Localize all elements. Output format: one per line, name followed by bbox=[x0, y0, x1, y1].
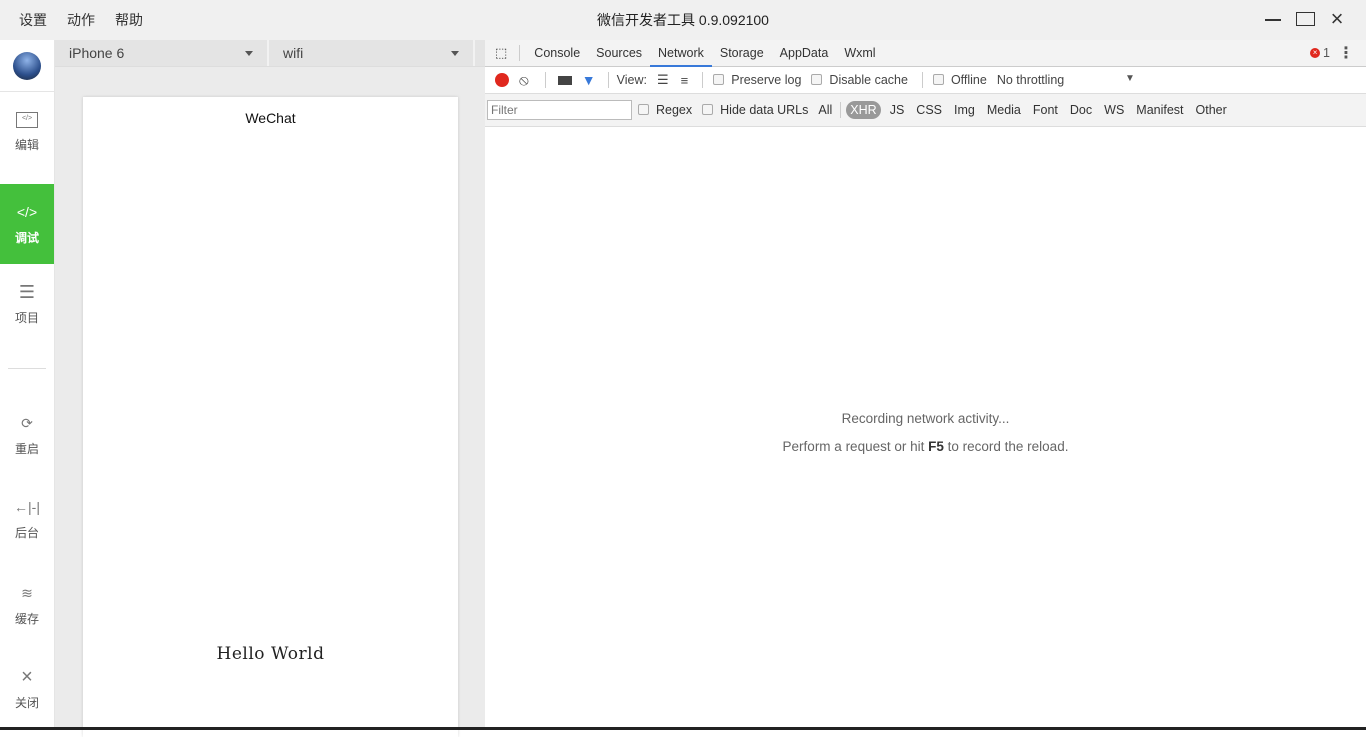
minimize-button[interactable] bbox=[1264, 10, 1282, 28]
hide-data-urls-checkbox[interactable]: Hide data URLs bbox=[702, 103, 808, 117]
nav-title: WeChat bbox=[245, 110, 296, 126]
background-icon: ←|-| bbox=[14, 498, 40, 515]
filter-type-doc[interactable]: Doc bbox=[1064, 103, 1098, 117]
filter-type-font[interactable]: Font bbox=[1027, 103, 1064, 117]
sidebar-item-edit[interactable]: </> 编辑 bbox=[0, 92, 54, 172]
regex-checkbox[interactable]: Regex bbox=[638, 103, 692, 117]
chevron-down-icon bbox=[245, 50, 253, 56]
throttling-select[interactable]: No throttling ▼ bbox=[997, 73, 1135, 87]
record-button[interactable] bbox=[495, 73, 509, 87]
title-bar: 设置 动作 帮助 微信开发者工具 0.9.092100 × bbox=[0, 0, 1366, 40]
capture-screenshots-icon[interactable] bbox=[557, 75, 572, 85]
clear-icon[interactable]: ⦸ bbox=[519, 72, 529, 89]
filter-type-xhr[interactable]: XHR bbox=[846, 101, 881, 119]
close-icon: × bbox=[21, 665, 33, 688]
error-counter[interactable]: × 1 bbox=[1310, 46, 1330, 60]
disable-cache-checkbox[interactable]: Disable cache bbox=[811, 73, 908, 87]
filter-type-img[interactable]: Img bbox=[948, 103, 981, 117]
devtools-panel: ⬚ Console Sources Network Storage AppDat… bbox=[485, 40, 1366, 727]
simulator-panel: iPhone 6 wifi WeChat Hello World bbox=[55, 40, 485, 737]
sidebar-item-background[interactable]: ←|-| 后台 bbox=[0, 477, 54, 561]
menu-icon: ☰ bbox=[18, 281, 36, 302]
overview-icon[interactable]: ≡ bbox=[681, 73, 689, 88]
network-select[interactable]: wifi bbox=[269, 40, 475, 66]
page-content: Hello World bbox=[216, 644, 325, 664]
avatar[interactable] bbox=[0, 40, 54, 92]
tab-storage[interactable]: Storage bbox=[712, 40, 772, 67]
maximize-button[interactable] bbox=[1296, 10, 1315, 28]
close-window-button[interactable]: × bbox=[1328, 8, 1346, 30]
filter-input[interactable] bbox=[487, 100, 632, 120]
sidebar-item-cache[interactable]: ≋ 缓存 bbox=[0, 561, 54, 649]
phone-screen: WeChat Hello World bbox=[83, 97, 458, 737]
sidebar: </> 编辑 </> 调试 ☰ 项目 ⟳ 重启 ←|-| 后台 ≋ 缓存 × 关闭 bbox=[0, 40, 55, 727]
menu-settings[interactable]: 设置 bbox=[19, 10, 47, 30]
filter-icon[interactable]: ▼ bbox=[582, 72, 596, 88]
offline-checkbox[interactable]: Offline bbox=[932, 73, 987, 87]
code-box-icon: </> bbox=[16, 111, 38, 128]
chevron-down-icon: ▼ bbox=[1124, 73, 1135, 84]
empty-state-message: Recording network activity... Perform a … bbox=[782, 411, 1069, 454]
error-icon: × bbox=[1310, 48, 1321, 58]
sidebar-item-project[interactable]: ☰ 项目 bbox=[0, 264, 54, 344]
divider bbox=[8, 368, 46, 369]
filter-type-all[interactable]: All bbox=[812, 103, 838, 117]
filter-type-css[interactable]: CSS bbox=[910, 103, 948, 117]
sidebar-item-restart[interactable]: ⟳ 重启 bbox=[0, 393, 54, 477]
code-icon: </> bbox=[16, 203, 38, 220]
layers-icon: ≋ bbox=[21, 584, 33, 601]
filter-type-js[interactable]: JS bbox=[884, 103, 911, 117]
filter-type-ws[interactable]: WS bbox=[1098, 103, 1130, 117]
tab-appdata[interactable]: AppData bbox=[772, 40, 837, 67]
filter-type-manifest[interactable]: Manifest bbox=[1130, 103, 1189, 117]
tab-console[interactable]: Console bbox=[526, 40, 588, 67]
tab-wxml[interactable]: Wxml bbox=[836, 40, 883, 67]
device-select[interactable]: iPhone 6 bbox=[55, 40, 269, 66]
chevron-down-icon bbox=[451, 50, 459, 56]
filter-type-media[interactable]: Media bbox=[981, 103, 1027, 117]
menu-actions[interactable]: 动作 bbox=[67, 10, 95, 30]
preserve-log-checkbox[interactable]: Preserve log bbox=[713, 73, 801, 87]
menu-help[interactable]: 帮助 bbox=[115, 10, 143, 30]
tab-sources[interactable]: Sources bbox=[588, 40, 650, 67]
inspect-element-icon[interactable]: ⬚ bbox=[495, 45, 507, 61]
large-rows-icon[interactable]: ☰ bbox=[657, 72, 669, 88]
window-title: 微信开发者工具 0.9.092100 bbox=[597, 12, 769, 28]
more-options-icon[interactable]: ⋮ bbox=[1338, 43, 1354, 63]
tab-network[interactable]: Network bbox=[650, 40, 712, 67]
sidebar-item-close[interactable]: × 关闭 bbox=[0, 649, 54, 729]
sidebar-item-debug[interactable]: </> 调试 bbox=[0, 184, 54, 264]
filter-type-other[interactable]: Other bbox=[1190, 103, 1233, 117]
restart-icon: ⟳ bbox=[21, 414, 33, 431]
